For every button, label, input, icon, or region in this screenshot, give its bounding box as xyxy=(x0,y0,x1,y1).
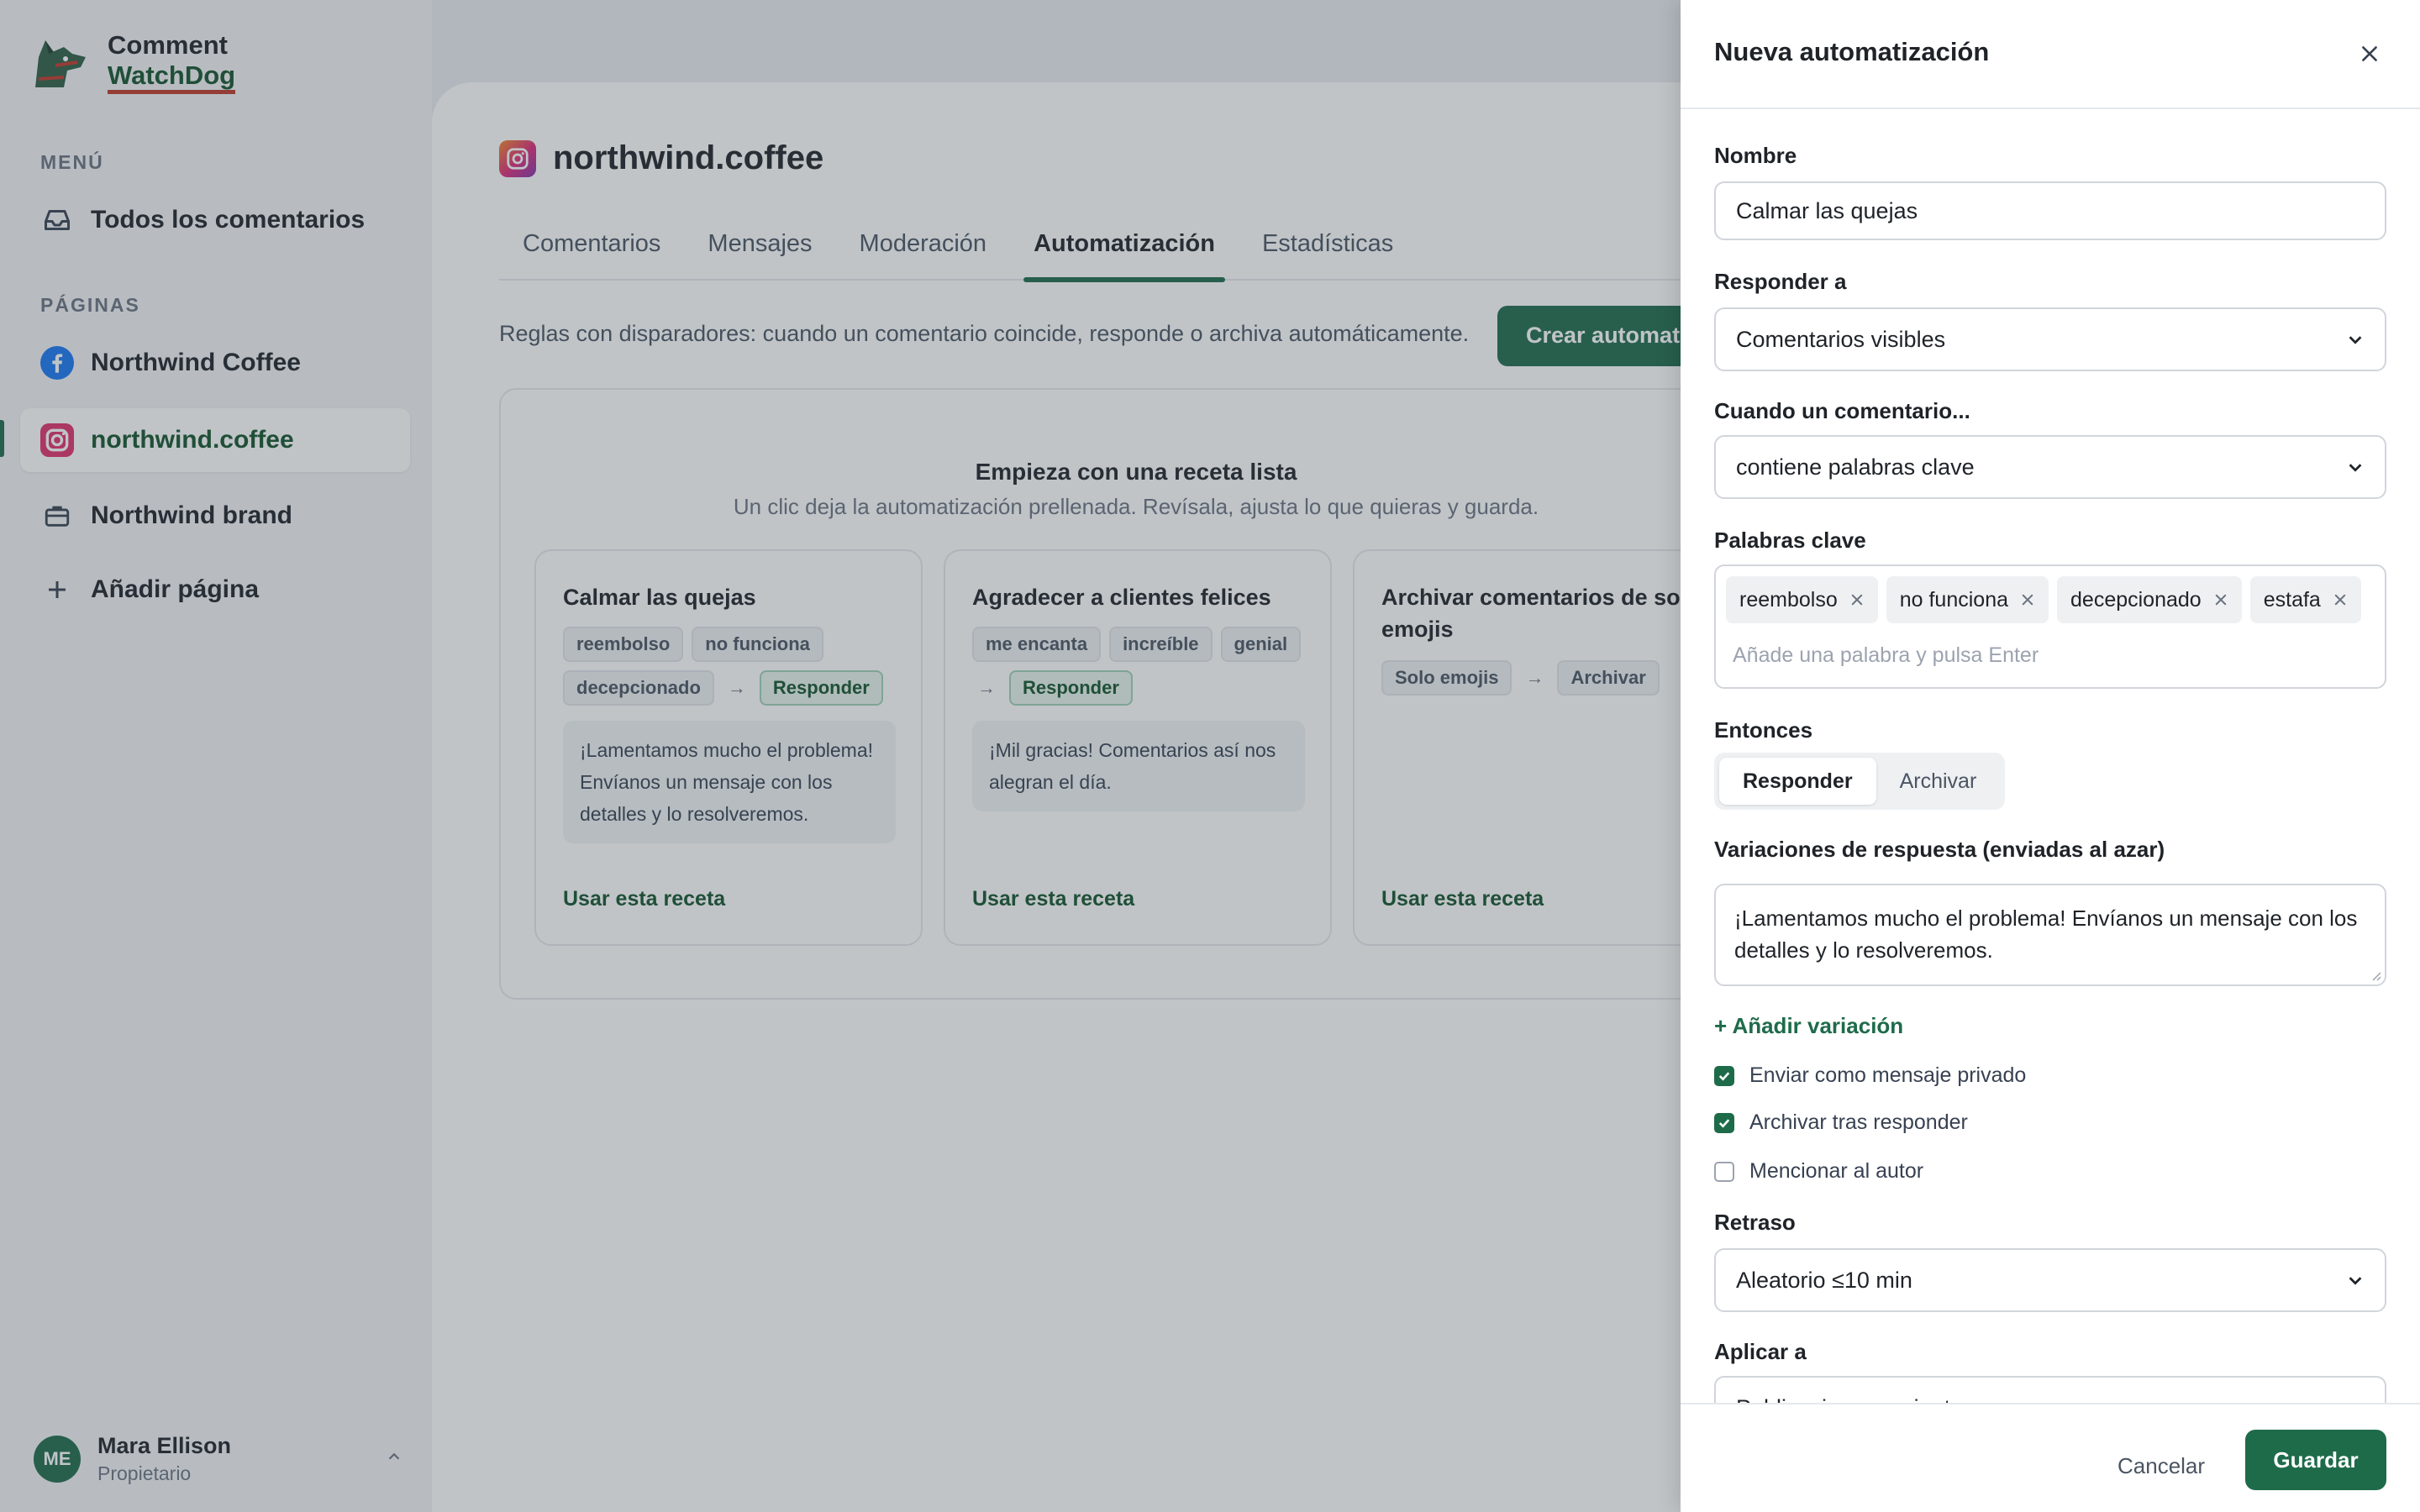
action-segmented-control: Responder Archivar xyxy=(1714,753,2006,810)
delay-select[interactable]: Aleatorio ≤10 min xyxy=(1714,1248,2386,1312)
checkbox[interactable] xyxy=(1714,1161,1734,1182)
name-label: Nombre xyxy=(1714,143,1797,168)
checkbox[interactable] xyxy=(1714,1065,1734,1086)
close-icon xyxy=(2362,46,2377,61)
respond-to-select[interactable]: Comentarios visibles xyxy=(1714,307,2386,371)
check-icon xyxy=(1718,1071,1730,1081)
checkbox[interactable] xyxy=(1714,1112,1734,1133)
checkbox-label: Mencionar al autor xyxy=(1749,1159,1924,1183)
name-field[interactable]: Calmar las quejas xyxy=(1714,181,2386,240)
remove-tag-icon[interactable] xyxy=(2213,592,2228,607)
keyword-tag: no funciona xyxy=(1886,576,2049,623)
delay-value: Aleatorio ≤10 min xyxy=(1736,1267,1912,1293)
segment-archive[interactable]: Archivar xyxy=(1876,758,2001,805)
keyword-text: estafa xyxy=(2263,587,2321,612)
apply-to-select[interactable]: Publicaciones recientes xyxy=(1714,1376,2386,1403)
chevron-down-icon xyxy=(2349,464,2362,472)
keyword-tag: decepcionado xyxy=(2057,576,2242,623)
modal-backdrop[interactable] xyxy=(0,0,1681,1512)
cancel-button[interactable]: Cancelar xyxy=(2101,1436,2222,1495)
chevron-down-icon xyxy=(2349,336,2362,344)
new-automation-drawer: Nueva automatización Nombre Calmar las q… xyxy=(1681,0,2420,1512)
checkbox-label: Archivar tras responder xyxy=(1749,1110,1968,1134)
drawer-header: Nueva automatización xyxy=(1681,0,2420,109)
save-button[interactable]: Guardar xyxy=(2245,1430,2386,1490)
then-label: Entonces xyxy=(1714,717,1813,743)
keyword-tag: reembolso xyxy=(1726,576,1878,623)
variation-text: ¡Lamentamos mucho el problema! Envíanos … xyxy=(1734,906,2358,963)
chevron-down-icon xyxy=(2349,1277,2362,1285)
remove-tag-icon[interactable] xyxy=(2020,592,2035,607)
drawer-title: Nueva automatización xyxy=(1714,37,1990,66)
apply-label: Aplicar a xyxy=(1714,1339,1807,1364)
checkbox-mention-author[interactable]: Mencionar al autor xyxy=(1714,1159,1923,1184)
drawer-footer: Cancelar Guardar xyxy=(1681,1403,2420,1512)
close-button[interactable] xyxy=(2356,40,2383,67)
drawer-form: Nombre Calmar las quejas Responder a Com… xyxy=(1681,109,2420,1403)
name-value: Calmar las quejas xyxy=(1736,197,1918,223)
keyword-text: decepcionado xyxy=(2070,587,2202,612)
apply-value: Publicaciones recientes xyxy=(1736,1395,1975,1404)
keywords-label: Palabras clave xyxy=(1714,528,1866,553)
trigger-value: contiene palabras clave xyxy=(1736,454,1975,480)
respond-to-label: Responder a xyxy=(1714,269,1847,294)
resize-handle-icon[interactable] xyxy=(2368,968,2381,981)
keyword-text: no funciona xyxy=(1899,587,2009,612)
remove-tag-icon[interactable] xyxy=(2333,592,2348,607)
check-icon xyxy=(1718,1118,1730,1128)
checkbox-private-message[interactable]: Enviar como mensaje privado xyxy=(1714,1063,2026,1088)
keyword-entry-placeholder[interactable]: Añade una palabra y pulsa Enter xyxy=(1726,632,2039,679)
keywords-input[interactable]: reembolso no funciona decepcionado estaf… xyxy=(1714,564,2386,689)
checkbox-label: Enviar como mensaje privado xyxy=(1749,1063,2027,1087)
checkbox-archive-after[interactable]: Archivar tras responder xyxy=(1714,1110,1968,1135)
add-variation-link[interactable]: + Añadir variación xyxy=(1714,1013,1903,1039)
trigger-select[interactable]: contiene palabras clave xyxy=(1714,435,2386,499)
keyword-tag: estafa xyxy=(2249,576,2361,623)
when-label: Cuando un comentario... xyxy=(1714,398,1970,423)
delay-label: Retraso xyxy=(1714,1210,1796,1235)
keyword-text: reembolso xyxy=(1739,587,1838,612)
variation-textarea[interactable]: ¡Lamentamos mucho el problema! Envíanos … xyxy=(1714,884,2386,986)
remove-tag-icon[interactable] xyxy=(1849,592,1865,607)
respond-to-value: Comentarios visibles xyxy=(1736,326,1946,352)
segment-respond[interactable]: Responder xyxy=(1719,758,1876,805)
variations-label: Variaciones de respuesta (enviadas al az… xyxy=(1714,837,2165,862)
